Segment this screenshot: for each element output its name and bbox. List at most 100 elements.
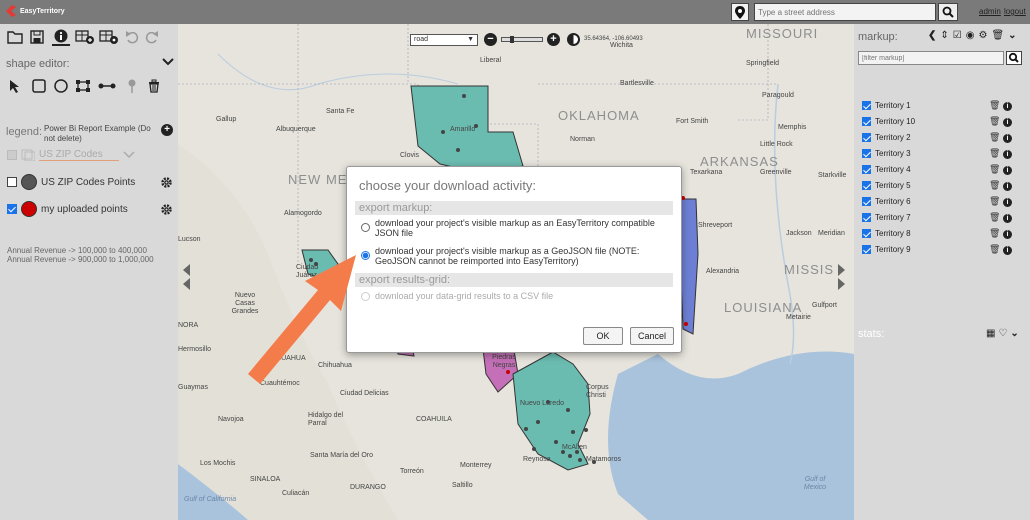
location-pin-button[interactable] bbox=[731, 3, 749, 21]
option-json-row[interactable]: download your project's visible markup a… bbox=[361, 218, 671, 238]
markup-filter-input[interactable] bbox=[858, 51, 1004, 65]
add-table-button[interactable] bbox=[74, 28, 96, 46]
layer-settings-button[interactable] bbox=[160, 176, 173, 192]
territory-checkbox[interactable] bbox=[862, 197, 871, 206]
trash-icon[interactable]: 🗑 bbox=[989, 212, 1000, 222]
territory-row[interactable]: Territory 10 bbox=[862, 117, 915, 126]
trash-icon[interactable]: 🗑 bbox=[991, 30, 1004, 41]
info-icon[interactable]: i bbox=[1002, 118, 1012, 127]
territory-label[interactable]: Territory 10 bbox=[875, 117, 915, 126]
table-icon[interactable]: ▦ bbox=[986, 328, 995, 339]
territory-checkbox[interactable] bbox=[862, 181, 871, 190]
address-search-input[interactable] bbox=[754, 3, 936, 21]
undo-button[interactable] bbox=[124, 28, 140, 46]
ok-button[interactable]: OK bbox=[583, 327, 623, 345]
option-json-label[interactable]: download your project's visible markup a… bbox=[375, 218, 671, 238]
territory-row[interactable]: Territory 7 bbox=[862, 213, 911, 222]
visibility-icon[interactable]: ◉ bbox=[966, 30, 975, 41]
layer-select-value[interactable]: US ZIP Codes bbox=[39, 149, 119, 161]
info-icon[interactable]: i bbox=[1002, 246, 1012, 255]
territory-label[interactable]: Territory 8 bbox=[875, 229, 911, 238]
territory-row[interactable]: Territory 8 bbox=[862, 229, 911, 238]
sort-icon[interactable]: ⇕ bbox=[940, 30, 948, 41]
trash-icon[interactable]: 🗑 bbox=[989, 100, 1000, 110]
territory-row[interactable]: Territory 3 bbox=[862, 149, 911, 158]
zoom-slider[interactable] bbox=[501, 36, 543, 43]
option-csv-row[interactable]: download your data-grid results to a CSV… bbox=[361, 291, 671, 301]
option-json-radio[interactable] bbox=[361, 223, 370, 232]
gear-icon[interactable]: ⚙ bbox=[978, 30, 987, 41]
zoom-out-button[interactable]: − bbox=[484, 33, 497, 46]
lightbulb-icon[interactable]: ♡ bbox=[998, 328, 1007, 339]
checkbox-icon[interactable]: ☑ bbox=[953, 30, 962, 41]
markup-filter-button[interactable] bbox=[1006, 51, 1022, 65]
territory-row[interactable]: Territory 4 bbox=[862, 165, 911, 174]
info-icon[interactable]: i bbox=[1002, 214, 1012, 223]
territory-label[interactable]: Territory 6 bbox=[875, 197, 911, 206]
layer-row-uploaded-points[interactable]: my uploaded points bbox=[7, 201, 128, 217]
app-logo[interactable]: EasyTerritory bbox=[4, 4, 65, 18]
territory-checkbox[interactable] bbox=[862, 245, 871, 254]
territory-checkbox[interactable] bbox=[862, 133, 871, 142]
line-tool[interactable] bbox=[98, 77, 116, 95]
territory-checkbox[interactable] bbox=[862, 165, 871, 174]
territory-row[interactable]: Territory 1 bbox=[862, 101, 911, 110]
circle-tool[interactable] bbox=[52, 77, 70, 95]
territory-checkbox[interactable] bbox=[862, 213, 871, 222]
delete-shape-tool[interactable] bbox=[145, 77, 163, 95]
info-icon[interactable]: i bbox=[1002, 150, 1012, 159]
option-geojson-row[interactable]: download your project's visible markup a… bbox=[361, 246, 671, 266]
territory-row[interactable]: Territory 9 bbox=[862, 245, 911, 254]
territory-label[interactable]: Territory 3 bbox=[875, 149, 911, 158]
layer-checkbox[interactable] bbox=[7, 204, 17, 214]
option-geojson-label[interactable]: download your project's visible markup a… bbox=[375, 246, 671, 266]
shape-editor-collapse-button[interactable] bbox=[162, 57, 174, 70]
territory-row[interactable]: Territory 6 bbox=[862, 197, 911, 206]
option-csv-label[interactable]: download your data-grid results to a CSV… bbox=[375, 291, 553, 301]
territory-checkbox[interactable] bbox=[862, 149, 871, 158]
trash-icon[interactable]: 🗑 bbox=[989, 244, 1000, 254]
info-icon[interactable]: i bbox=[1002, 166, 1012, 175]
add-legend-button[interactable]: + bbox=[161, 124, 173, 136]
zoom-in-button[interactable]: + bbox=[547, 33, 560, 46]
info-icon[interactable]: i bbox=[1002, 182, 1012, 191]
trash-icon[interactable]: 🗑 bbox=[989, 228, 1000, 238]
trash-icon[interactable]: 🗑 bbox=[989, 148, 1000, 158]
admin-link[interactable]: admin bbox=[979, 7, 1001, 16]
layer-color-swatch[interactable] bbox=[21, 201, 37, 217]
trash-icon[interactable]: 🗑 bbox=[989, 132, 1000, 142]
territory-label[interactable]: Territory 4 bbox=[875, 165, 911, 174]
info-button[interactable] bbox=[52, 28, 70, 46]
address-search-button[interactable] bbox=[938, 3, 958, 21]
cancel-button[interactable]: Cancel bbox=[630, 327, 674, 345]
trash-icon[interactable]: 🗑 bbox=[989, 196, 1000, 206]
info-icon[interactable]: i bbox=[1002, 102, 1012, 111]
option-geojson-radio[interactable] bbox=[361, 251, 370, 260]
layer-select-row[interactable]: US ZIP Codes bbox=[7, 149, 135, 161]
territory-label[interactable]: Territory 1 bbox=[875, 101, 911, 110]
trash-icon[interactable]: 🗑 bbox=[989, 116, 1000, 126]
territory-label[interactable]: Territory 2 bbox=[875, 133, 911, 142]
pushpin-tool[interactable] bbox=[123, 77, 141, 95]
rectangle-tool[interactable] bbox=[30, 77, 48, 95]
info-icon[interactable]: i bbox=[1002, 198, 1012, 207]
logout-link[interactable]: logout bbox=[1004, 7, 1026, 16]
redo-button[interactable] bbox=[144, 28, 160, 46]
territory-label[interactable]: Territory 5 bbox=[875, 181, 911, 190]
collapse-icon[interactable]: ❮ bbox=[928, 30, 936, 41]
chevron-down-icon[interactable]: ⌄ bbox=[1008, 30, 1016, 41]
info-icon[interactable]: i bbox=[1002, 230, 1012, 239]
info-icon[interactable]: i bbox=[1002, 134, 1012, 143]
layer-checkbox[interactable] bbox=[7, 177, 17, 187]
option-csv-radio[interactable] bbox=[361, 292, 370, 301]
territory-checkbox[interactable] bbox=[862, 101, 871, 110]
table-settings-button[interactable] bbox=[98, 28, 120, 46]
layer-settings-button[interactable] bbox=[160, 203, 173, 219]
layer-select-checkbox[interactable] bbox=[7, 150, 17, 160]
chevron-down-icon[interactable]: ⌄ bbox=[1010, 328, 1018, 339]
zoom-slider-thumb[interactable] bbox=[510, 36, 514, 43]
territory-checkbox[interactable] bbox=[862, 229, 871, 238]
select-tool[interactable] bbox=[6, 77, 24, 95]
trash-icon[interactable]: 🗑 bbox=[989, 180, 1000, 190]
save-button[interactable] bbox=[28, 28, 46, 46]
